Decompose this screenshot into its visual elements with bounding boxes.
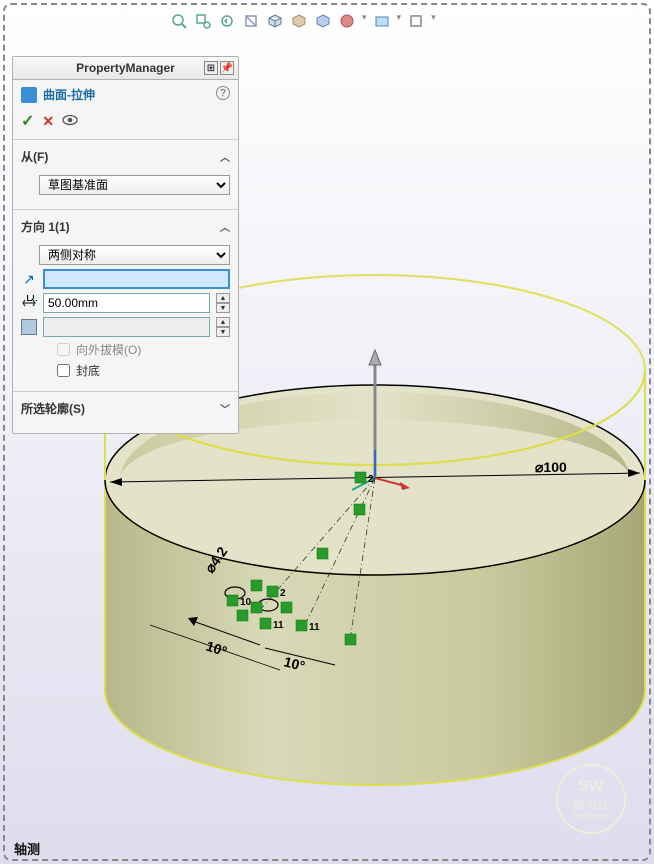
display-style-icon[interactable] [290,12,308,30]
depth-icon: D1 [21,295,37,311]
ok-button[interactable]: ✓ [21,111,34,131]
surface-extrude-icon [21,87,37,103]
svg-text:10: 10 [240,597,252,608]
direction-arrow-icon[interactable]: ↗ [21,271,37,287]
cap-end-label: 封底 [76,362,100,379]
draft-icon[interactable] [21,319,37,335]
section-direction1: 方向 1(1) ︿ 两侧对称 ↗ D1 ▲▼ ▲▼ 向外拔模(O) [13,210,238,392]
watermark: SW 研习社 SolidWorks [556,764,626,834]
action-row: ✓ ✕ [13,109,238,140]
draft-input [43,317,210,337]
from-select[interactable]: 草图基准面 [39,175,230,195]
hide-show-icon[interactable] [314,12,332,30]
svg-text:11: 11 [309,622,320,633]
panel-title: PropertyManager [76,61,175,75]
section-contour: 所选轮廓(S) ﹀ [13,392,238,433]
depth-spinner[interactable]: ▲▼ [216,293,230,313]
zoom-fit-icon[interactable] [170,12,188,30]
draft-outward-checkbox [57,343,70,356]
svg-text:D1: D1 [26,295,37,304]
prev-view-icon[interactable] [218,12,236,30]
preview-button[interactable] [62,113,78,129]
svg-text:2: 2 [280,588,286,599]
section-from: 从(F) ︿ 草图基准面 [13,140,238,210]
chevron-up-icon: ︿ [220,219,230,234]
view-toolbar: ▾ ▾ ▾ [170,12,436,30]
draft-outward-label: 向外拔模(O) [76,341,141,358]
section-dir-label: 方向 1(1) [21,218,70,235]
dim-diameter: ⌀100 [535,459,567,475]
svg-text:11: 11 [273,620,284,631]
section-contour-label: 所选轮廓(S) [21,400,85,417]
edit-appearance-icon[interactable] [338,12,356,30]
zoom-area-icon[interactable] [194,12,212,30]
depth-input[interactable] [43,293,210,313]
keep-visible-icon[interactable]: ⊞ [204,61,218,75]
section-view-icon[interactable] [242,12,260,30]
cancel-button[interactable]: ✕ [42,113,54,130]
section-from-label: 从(F) [21,148,48,165]
section-dir-header[interactable]: 方向 1(1) ︿ [21,216,230,241]
help-button[interactable]: ? [216,86,230,100]
feature-title-row: 曲面-拉伸 ? [13,80,238,109]
view-settings-icon[interactable] [407,12,425,30]
draft-spinner: ▲▼ [216,317,230,337]
end-condition-select[interactable]: 两侧对称 [39,245,230,265]
direction-input[interactable] [43,269,230,289]
cap-end-checkbox[interactable] [57,364,70,377]
view-orient-icon[interactable] [266,12,284,30]
chevron-down-icon: ﹀ [220,401,230,416]
svg-text:2: 2 [368,474,374,485]
section-contour-header[interactable]: 所选轮廓(S) ﹀ [21,398,230,423]
chevron-up-icon: ︿ [220,149,230,164]
panel-header: PropertyManager ⊞ 📌 [13,57,238,80]
apply-scene-icon[interactable] [373,12,391,30]
section-from-header[interactable]: 从(F) ︿ [21,146,230,171]
property-manager-panel: PropertyManager ⊞ 📌 曲面-拉伸 ? ✓ ✕ 从(F) ︿ 草… [12,56,239,434]
view-mode-label: 轴测 [14,839,40,858]
feature-name: 曲面-拉伸 [43,86,95,103]
pushpin-icon[interactable]: 📌 [220,61,234,75]
